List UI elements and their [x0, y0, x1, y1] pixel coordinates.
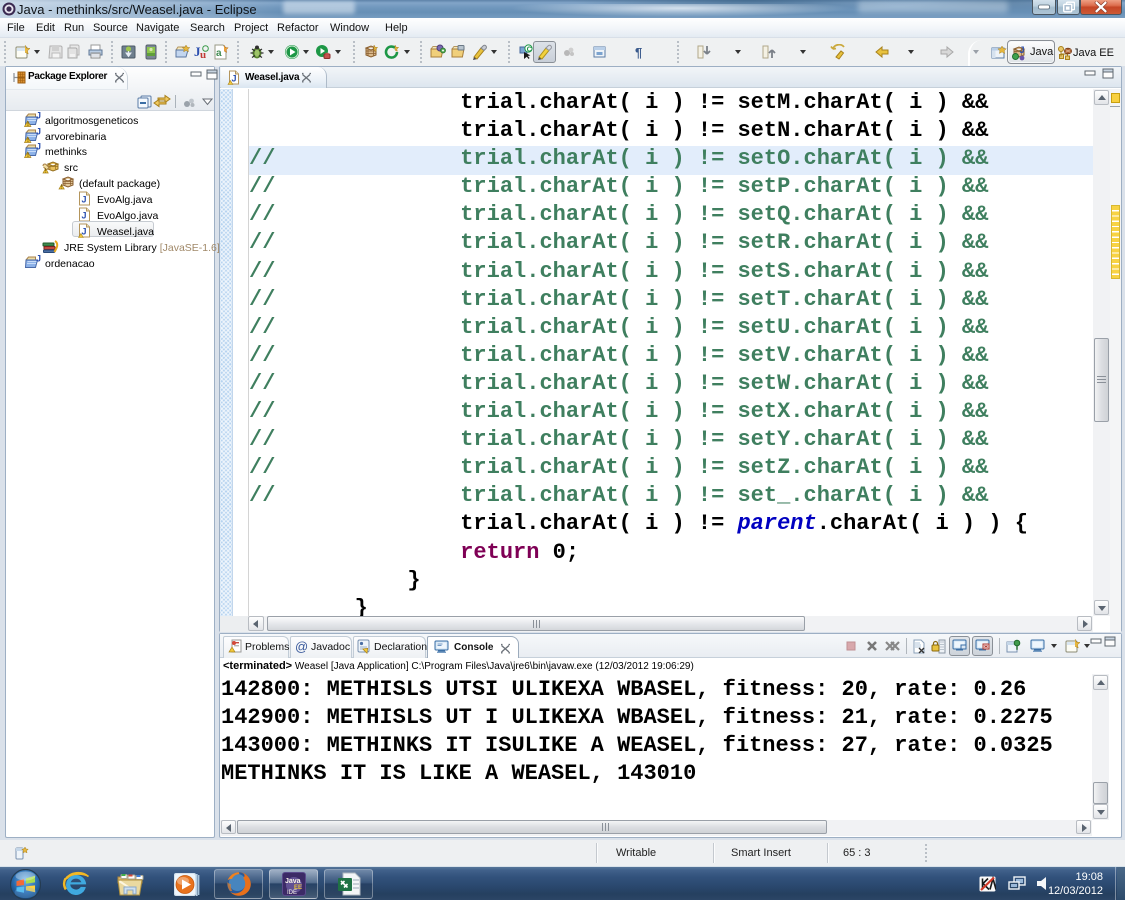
svg-text:¶: ¶ [635, 45, 642, 60]
svg-text:C: C [527, 44, 533, 53]
svg-text:J: J [82, 211, 87, 221]
svg-text:a: a [216, 48, 222, 59]
svg-text:!: ! [27, 153, 29, 158]
svg-text:J: J [1020, 45, 1025, 55]
svg-text:J: J [36, 128, 41, 137]
svg-text:J: J [82, 195, 87, 205]
svg-text:J: J [36, 112, 41, 121]
svg-text:IDE: IDE [287, 890, 297, 896]
svg-text:J: J [36, 143, 41, 152]
svg-text:Java: Java [285, 878, 301, 885]
svg-text:J: J [82, 227, 87, 237]
svg-text:J: J [36, 255, 41, 264]
svg-text:!: ! [27, 122, 29, 127]
svg-text:J: J [232, 74, 237, 84]
